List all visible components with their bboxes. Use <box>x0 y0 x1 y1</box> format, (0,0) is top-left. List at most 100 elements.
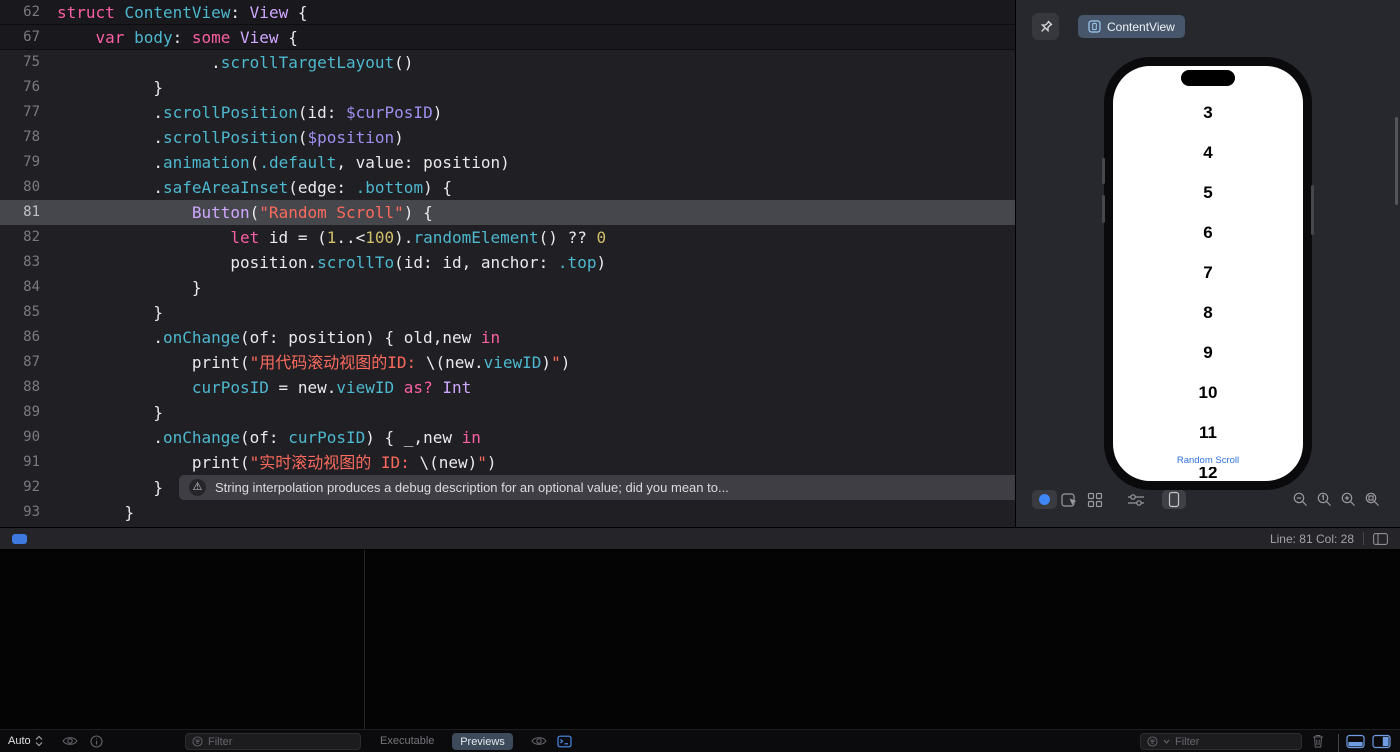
variables-filter-input[interactable]: Filter <box>185 733 361 750</box>
line-number[interactable]: 83 <box>0 250 57 275</box>
variables-scope-popup[interactable]: Auto <box>8 730 43 752</box>
pane-toggle-variables-icon <box>1346 734 1365 749</box>
divider <box>1363 532 1364 545</box>
zoom-in-button[interactable] <box>1338 490 1358 509</box>
code-editor[interactable]: 62struct ContentView: View {67 var body:… <box>0 0 1015 527</box>
previews-segment-button[interactable]: Previews <box>452 733 513 750</box>
power-button <box>1311 185 1314 235</box>
code-line-91[interactable]: 91 print("实时滚动视图的 ID: \(new)") <box>0 450 1015 475</box>
toggle-console-pane-button[interactable] <box>1372 730 1391 752</box>
list-item: 4 <box>1113 133 1303 173</box>
code-line-78[interactable]: 78 .scrollPosition($position) <box>0 125 1015 150</box>
code-line-86[interactable]: 86 .onChange(of: position) { old,new in <box>0 325 1015 350</box>
line-number[interactable]: 91 <box>0 450 57 475</box>
preview-scrollbar[interactable] <box>1395 117 1398 205</box>
iphone-frame: 3456789101112 Random Scroll <box>1104 57 1312 490</box>
code-line-76[interactable]: 76 } <box>0 75 1015 100</box>
preview-tab-contentview[interactable]: ContentView <box>1078 15 1185 38</box>
code-text: print("用代码滚动视图的ID: \(new.viewID)") <box>57 350 570 375</box>
code-line-77[interactable]: 77 .scrollPosition(id: $curPosID) <box>0 100 1015 125</box>
device-icon <box>1168 491 1180 508</box>
code-line-88[interactable]: 88 curPosID = new.viewID as? Int <box>0 375 1015 400</box>
pin-icon <box>1037 18 1055 36</box>
filter-icon <box>1147 736 1158 747</box>
debug-toolbar: Auto Filter Executable Previews <box>0 729 1400 752</box>
code-text: let id = (1..<100).randomElement() ?? 0 <box>57 225 606 250</box>
code-line-90[interactable]: 90 .onChange(of: curPosID) { _,new in <box>0 425 1015 450</box>
line-number[interactable]: 92 <box>0 475 57 500</box>
line-number[interactable]: 84 <box>0 275 57 300</box>
variables-view-eye-button[interactable] <box>62 730 78 752</box>
info-button[interactable] <box>90 730 103 752</box>
divider <box>1338 734 1339 752</box>
live-preview-button[interactable] <box>1032 490 1057 509</box>
iphone-screen[interactable]: 3456789101112 Random Scroll <box>1113 66 1303 481</box>
zoom-actual-size-icon <box>1316 491 1333 508</box>
diagnostic-text: String interpolation produces a debug de… <box>215 475 729 500</box>
code-line-82[interactable]: 82 let id = (1..<100).randomElement() ??… <box>0 225 1015 250</box>
clear-console-button[interactable] <box>1312 730 1324 752</box>
toggle-variables-pane-button[interactable] <box>1346 730 1365 752</box>
code-line-81[interactable]: 81 Button("Random Scroll") { <box>0 200 1015 225</box>
code-line-87[interactable]: 87 print("用代码滚动视图的ID: \(new.viewID)") <box>0 350 1015 375</box>
code-line-62[interactable]: 62struct ContentView: View { <box>0 0 1015 25</box>
line-number[interactable]: 75 <box>0 50 57 75</box>
debug-pane-divider[interactable] <box>364 550 365 752</box>
code-text: print("实时滚动视图的 ID: \(new)") <box>57 450 497 475</box>
code-line-89[interactable]: 89 } <box>0 400 1015 425</box>
code-line-85[interactable]: 85 } <box>0 300 1015 325</box>
line-number[interactable]: 81 <box>0 200 57 225</box>
volume-up-button <box>1102 158 1105 184</box>
code-text: .safeAreaInset(edge: .bottom) { <box>57 175 452 200</box>
inline-diagnostic[interactable]: ⚠String interpolation produces a debug d… <box>179 475 1015 500</box>
device-button[interactable] <box>1162 490 1186 509</box>
code-line-67[interactable]: 67 var body: some View { <box>0 25 1015 50</box>
code-line-75[interactable]: 75 .scrollTargetLayout() <box>0 50 1015 75</box>
selectable-mode-button[interactable] <box>1059 490 1079 509</box>
line-number[interactable]: 87 <box>0 350 57 375</box>
selectable-mode-icon <box>1061 492 1078 508</box>
line-number[interactable]: 77 <box>0 100 57 125</box>
code-text: curPosID = new.viewID as? Int <box>57 375 471 400</box>
code-line-83[interactable]: 83 position.scrollTo(id: id, anchor: .to… <box>0 250 1015 275</box>
previews-label: Previews <box>460 736 505 748</box>
line-number[interactable]: 90 <box>0 425 57 450</box>
line-number[interactable]: 62 <box>0 0 57 25</box>
console-mode-button[interactable] <box>557 730 572 752</box>
code-line-84[interactable]: 84 } <box>0 275 1015 300</box>
code-line-92[interactable]: 92 } ⚠String interpolation produces a deb… <box>0 475 1015 500</box>
live-preview-icon <box>1039 494 1050 505</box>
zoom-fit-icon <box>1364 491 1381 508</box>
line-number[interactable]: 89 <box>0 400 57 425</box>
preview-canvas: ContentView 3456789101112 Random Scroll <box>1015 0 1400 527</box>
line-number[interactable]: 78 <box>0 125 57 150</box>
line-number[interactable]: 76 <box>0 75 57 100</box>
code-text: } <box>57 475 163 500</box>
line-number[interactable]: 88 <box>0 375 57 400</box>
breakpoint-tag-icon[interactable] <box>12 534 27 544</box>
console-eye-button[interactable] <box>531 730 547 752</box>
editor-layout-icon[interactable] <box>1373 533 1388 545</box>
line-number[interactable]: 80 <box>0 175 57 200</box>
code-line-80[interactable]: 80 .safeAreaInset(edge: .bottom) { <box>0 175 1015 200</box>
code-line-93[interactable]: 93 } <box>0 500 1015 525</box>
variants-mode-button[interactable] <box>1085 490 1105 509</box>
device-settings-button[interactable] <box>1127 490 1145 509</box>
line-number[interactable]: 86 <box>0 325 57 350</box>
zoom-out-button[interactable] <box>1290 490 1310 509</box>
code-text: .scrollTargetLayout() <box>57 50 413 75</box>
zoom-fit-button[interactable] <box>1362 490 1382 509</box>
line-number[interactable]: 93 <box>0 500 57 525</box>
line-number[interactable]: 85 <box>0 300 57 325</box>
pin-preview-button[interactable] <box>1032 13 1059 40</box>
line-number[interactable]: 79 <box>0 150 57 175</box>
volume-down-button <box>1102 195 1105 223</box>
line-number[interactable]: 82 <box>0 225 57 250</box>
eye-icon <box>62 735 78 747</box>
code-line-79[interactable]: 79 .animation(.default, value: position) <box>0 150 1015 175</box>
line-number[interactable]: 67 <box>0 25 57 50</box>
random-scroll-button[interactable]: Random Scroll <box>1113 455 1303 467</box>
console-filter-input[interactable]: Filter <box>1140 733 1302 750</box>
app-device-icon <box>1088 20 1101 33</box>
zoom-actual-size-button[interactable] <box>1314 490 1334 509</box>
